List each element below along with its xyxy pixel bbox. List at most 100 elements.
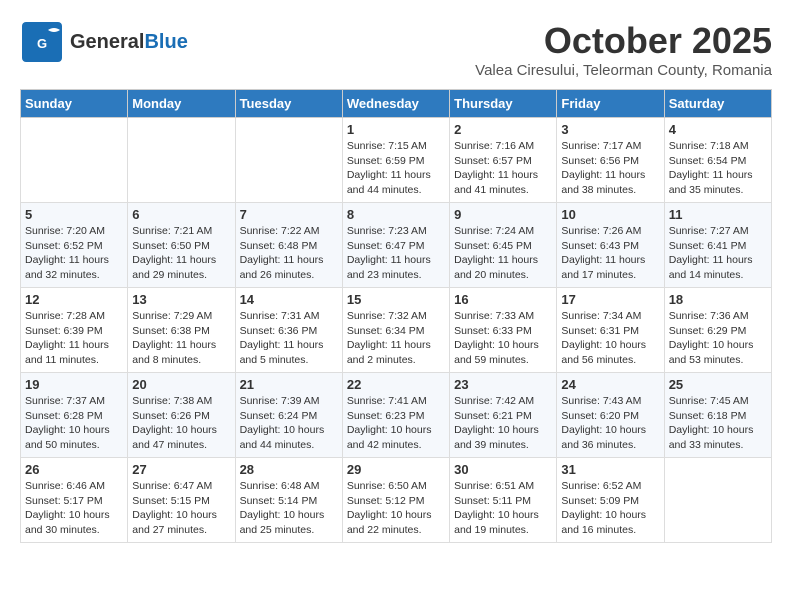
day-number: 10	[561, 207, 659, 222]
calendar-cell: 29 Sunrise: 6:50 AM Sunset: 5:12 PM Dayli…	[342, 458, 449, 543]
calendar-cell: 3 Sunrise: 7:17 AM Sunset: 6:56 PM Daylig…	[557, 118, 664, 203]
day-number: 12	[25, 292, 123, 307]
calendar-cell: 21Sunrise: 7:39 AM Sunset: 6:24 PM Dayli…	[235, 373, 342, 458]
day-number: 17	[561, 292, 659, 307]
day-info: Sunrise: 7:27 AM Sunset: 6:41 PM Dayligh…	[669, 224, 767, 283]
calendar-cell: 20 Sunrise: 7:38 AM Sunset: 6:26 PM Dayli…	[128, 373, 235, 458]
logo-blue: Blue	[144, 31, 187, 53]
calendar-cell: 31Sunrise: 6:52 AM Sunset: 5:09 PM Dayli…	[557, 458, 664, 543]
day-number: 28	[240, 462, 338, 477]
day-info: Sunrise: 6:50 AM Sunset: 5:12 PM Dayligh…	[347, 479, 445, 538]
calendar-cell: 13 Sunrise: 7:29 AM Sunset: 6:38 PM Dayli…	[128, 288, 235, 373]
day-info: Sunrise: 7:43 AM Sunset: 6:20 PM Dayligh…	[561, 394, 659, 453]
day-info: Sunrise: 7:15 AM Sunset: 6:59 PM Dayligh…	[347, 139, 445, 198]
day-number: 24	[561, 377, 659, 392]
day-info: Sunrise: 7:22 AM Sunset: 6:48 PM Dayligh…	[240, 224, 338, 283]
logo-general: General	[70, 31, 144, 53]
calendar-cell: 8 Sunrise: 7:23 AM Sunset: 6:47 PM Daylig…	[342, 203, 449, 288]
calendar-cell: 14Sunrise: 7:31 AM Sunset: 6:36 PM Dayli…	[235, 288, 342, 373]
day-number: 6	[132, 207, 230, 222]
day-number: 29	[347, 462, 445, 477]
calendar-week-row: 19 Sunrise: 7:37 AM Sunset: 6:28 PM Dayli…	[21, 373, 772, 458]
day-number: 19	[25, 377, 123, 392]
weekday-header-tuesday: Tuesday	[235, 90, 342, 118]
day-number: 26	[25, 462, 123, 477]
calendar-cell: 28 Sunrise: 6:48 AM Sunset: 5:14 PM Dayli…	[235, 458, 342, 543]
month-title: October 2025	[475, 20, 772, 62]
day-number: 22	[347, 377, 445, 392]
day-number: 25	[669, 377, 767, 392]
calendar-cell: 10 Sunrise: 7:26 AM Sunset: 6:43 PM Dayli…	[557, 203, 664, 288]
day-info: Sunrise: 7:21 AM Sunset: 6:50 PM Dayligh…	[132, 224, 230, 283]
calendar-cell: 2 Sunrise: 7:16 AM Sunset: 6:57 PM Daylig…	[450, 118, 557, 203]
calendar-cell: 23 Sunrise: 7:42 AM Sunset: 6:21 PM Dayli…	[450, 373, 557, 458]
day-info: Sunrise: 7:32 AM Sunset: 6:34 PM Dayligh…	[347, 309, 445, 368]
calendar-cell: 16Sunrise: 7:33 AM Sunset: 6:33 PM Dayli…	[450, 288, 557, 373]
calendar-cell: 7 Sunrise: 7:22 AM Sunset: 6:48 PM Daylig…	[235, 203, 342, 288]
calendar-cell	[128, 118, 235, 203]
day-number: 11	[669, 207, 767, 222]
weekday-header-monday: Monday	[128, 90, 235, 118]
calendar-cell	[21, 118, 128, 203]
day-number: 20	[132, 377, 230, 392]
calendar-week-row: 5Sunrise: 7:20 AM Sunset: 6:52 PM Daylig…	[21, 203, 772, 288]
day-info: Sunrise: 7:18 AM Sunset: 6:54 PM Dayligh…	[669, 139, 767, 198]
calendar-cell: 22 Sunrise: 7:41 AM Sunset: 6:23 PM Dayli…	[342, 373, 449, 458]
day-number: 14	[240, 292, 338, 307]
day-info: Sunrise: 7:28 AM Sunset: 6:39 PM Dayligh…	[25, 309, 123, 368]
logo-icon: G	[20, 20, 64, 64]
calendar-cell: 4 Sunrise: 7:18 AM Sunset: 6:54 PM Daylig…	[664, 118, 771, 203]
day-info: Sunrise: 6:51 AM Sunset: 5:11 PM Dayligh…	[454, 479, 552, 538]
day-number: 4	[669, 122, 767, 137]
weekday-header-wednesday: Wednesday	[342, 90, 449, 118]
day-number: 2	[454, 122, 552, 137]
day-info: Sunrise: 7:41 AM Sunset: 6:23 PM Dayligh…	[347, 394, 445, 453]
day-info: Sunrise: 7:42 AM Sunset: 6:21 PM Dayligh…	[454, 394, 552, 453]
day-number: 30	[454, 462, 552, 477]
weekday-header-row: SundayMondayTuesdayWednesdayThursdayFrid…	[21, 90, 772, 118]
calendar-week-row: 1Sunrise: 7:15 AM Sunset: 6:59 PM Daylig…	[21, 118, 772, 203]
day-info: Sunrise: 7:39 AM Sunset: 6:24 PM Dayligh…	[240, 394, 338, 453]
day-number: 23	[454, 377, 552, 392]
calendar-cell: 26Sunrise: 6:46 AM Sunset: 5:17 PM Dayli…	[21, 458, 128, 543]
calendar-cell: 19 Sunrise: 7:37 AM Sunset: 6:28 PM Dayli…	[21, 373, 128, 458]
day-info: Sunrise: 7:20 AM Sunset: 6:52 PM Dayligh…	[25, 224, 123, 283]
title-block: October 2025 Valea Ciresului, Teleorman …	[475, 20, 772, 79]
day-info: Sunrise: 7:24 AM Sunset: 6:45 PM Dayligh…	[454, 224, 552, 283]
calendar-cell	[235, 118, 342, 203]
day-number: 7	[240, 207, 338, 222]
day-number: 27	[132, 462, 230, 477]
day-info: Sunrise: 7:37 AM Sunset: 6:28 PM Dayligh…	[25, 394, 123, 453]
day-number: 13	[132, 292, 230, 307]
weekday-header-thursday: Thursday	[450, 90, 557, 118]
page-header: G GeneralBlue October 2025 Valea Ciresul…	[20, 20, 772, 79]
calendar-table: SundayMondayTuesdayWednesdayThursdayFrid…	[20, 89, 772, 543]
day-info: Sunrise: 7:36 AM Sunset: 6:29 PM Dayligh…	[669, 309, 767, 368]
calendar-cell: 27 Sunrise: 6:47 AM Sunset: 5:15 PM Dayli…	[128, 458, 235, 543]
logo: G GeneralBlue	[20, 20, 188, 64]
calendar-cell: 6 Sunrise: 7:21 AM Sunset: 6:50 PM Daylig…	[128, 203, 235, 288]
calendar-cell: 25Sunrise: 7:45 AM Sunset: 6:18 PM Dayli…	[664, 373, 771, 458]
day-number: 3	[561, 122, 659, 137]
day-info: Sunrise: 7:29 AM Sunset: 6:38 PM Dayligh…	[132, 309, 230, 368]
calendar-cell: 17Sunrise: 7:34 AM Sunset: 6:31 PM Dayli…	[557, 288, 664, 373]
calendar-cell: 11 Sunrise: 7:27 AM Sunset: 6:41 PM Dayli…	[664, 203, 771, 288]
location-subtitle: Valea Ciresului, Teleorman County, Roman…	[475, 62, 772, 79]
day-number: 18	[669, 292, 767, 307]
day-info: Sunrise: 6:48 AM Sunset: 5:14 PM Dayligh…	[240, 479, 338, 538]
day-number: 9	[454, 207, 552, 222]
day-info: Sunrise: 7:17 AM Sunset: 6:56 PM Dayligh…	[561, 139, 659, 198]
day-info: Sunrise: 7:16 AM Sunset: 6:57 PM Dayligh…	[454, 139, 552, 198]
day-info: Sunrise: 7:23 AM Sunset: 6:47 PM Dayligh…	[347, 224, 445, 283]
calendar-cell: 9 Sunrise: 7:24 AM Sunset: 6:45 PM Daylig…	[450, 203, 557, 288]
calendar-cell: 15Sunrise: 7:32 AM Sunset: 6:34 PM Dayli…	[342, 288, 449, 373]
weekday-header-saturday: Saturday	[664, 90, 771, 118]
day-number: 8	[347, 207, 445, 222]
day-info: Sunrise: 6:47 AM Sunset: 5:15 PM Dayligh…	[132, 479, 230, 538]
day-info: Sunrise: 7:26 AM Sunset: 6:43 PM Dayligh…	[561, 224, 659, 283]
calendar-cell: 18 Sunrise: 7:36 AM Sunset: 6:29 PM Dayli…	[664, 288, 771, 373]
calendar-cell: 30 Sunrise: 6:51 AM Sunset: 5:11 PM Dayli…	[450, 458, 557, 543]
calendar-cell: 12 Sunrise: 7:28 AM Sunset: 6:39 PM Dayli…	[21, 288, 128, 373]
calendar-cell	[664, 458, 771, 543]
day-info: Sunrise: 7:38 AM Sunset: 6:26 PM Dayligh…	[132, 394, 230, 453]
